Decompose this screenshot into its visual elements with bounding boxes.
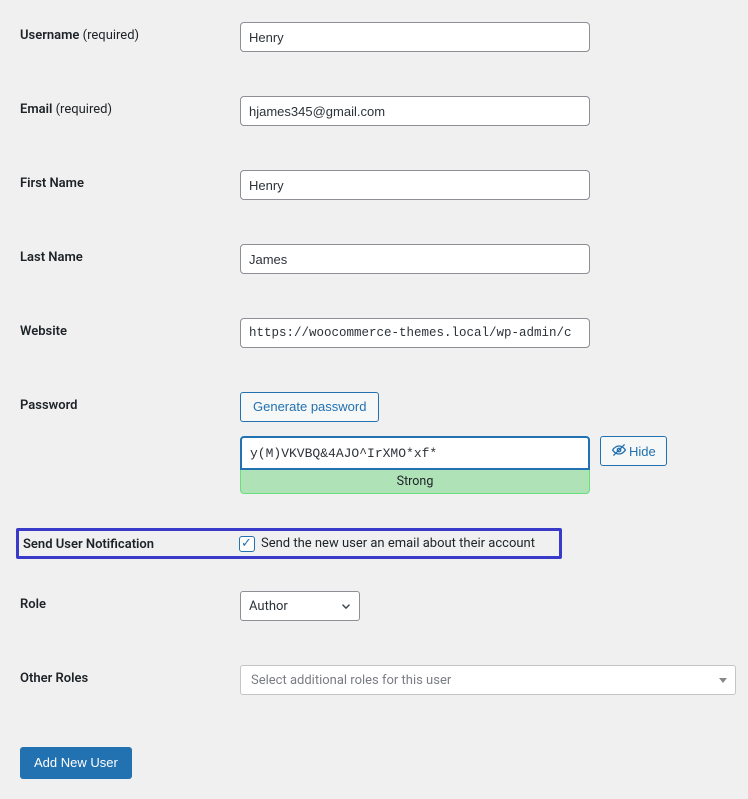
password-strength-meter: Strong bbox=[240, 470, 590, 494]
hide-password-button[interactable]: Hide bbox=[600, 436, 667, 466]
row-email: Email (required) bbox=[20, 86, 728, 136]
add-new-user-form: Username (required) Email (required) Fir… bbox=[0, 0, 748, 799]
label-username: Username (required) bbox=[20, 28, 139, 43]
first-name-input[interactable] bbox=[240, 170, 590, 200]
row-password: Password Generate password Strong bbox=[20, 382, 728, 504]
row-send-user-notification: Send User Notification Send the new user… bbox=[16, 528, 562, 559]
row-website: Website bbox=[20, 308, 728, 358]
label-first-name: First Name bbox=[20, 176, 84, 191]
label-send-user-notification: Send User Notification bbox=[23, 537, 154, 552]
row-role: Role Author bbox=[20, 581, 728, 631]
last-name-input[interactable] bbox=[240, 244, 590, 274]
label-role: Role bbox=[20, 597, 46, 612]
eye-slash-icon bbox=[611, 442, 629, 461]
label-website: Website bbox=[20, 324, 67, 339]
other-roles-select[interactable]: Select additional roles for this user bbox=[240, 665, 736, 695]
add-new-user-button[interactable]: Add New User bbox=[20, 747, 132, 779]
label-other-roles: Other Roles bbox=[20, 671, 88, 686]
role-select[interactable]: Author bbox=[240, 591, 360, 621]
label-password: Password bbox=[20, 398, 77, 413]
website-input[interactable] bbox=[240, 318, 590, 348]
email-input[interactable] bbox=[240, 96, 590, 126]
send-notification-text: Send the new user an email about their a… bbox=[261, 536, 535, 551]
send-notification-checkbox[interactable] bbox=[239, 536, 255, 552]
row-username: Username (required) bbox=[20, 12, 728, 62]
row-other-roles: Other Roles Select additional roles for … bbox=[20, 655, 728, 705]
chevron-down-icon bbox=[339, 599, 353, 617]
generate-password-button[interactable]: Generate password bbox=[240, 392, 379, 422]
row-last-name: Last Name bbox=[20, 234, 728, 284]
label-email: Email (required) bbox=[20, 102, 112, 117]
password-input[interactable] bbox=[240, 436, 590, 470]
row-first-name: First Name bbox=[20, 160, 728, 210]
label-last-name: Last Name bbox=[20, 250, 83, 265]
username-input[interactable] bbox=[240, 22, 590, 52]
caret-down-icon bbox=[719, 678, 727, 683]
